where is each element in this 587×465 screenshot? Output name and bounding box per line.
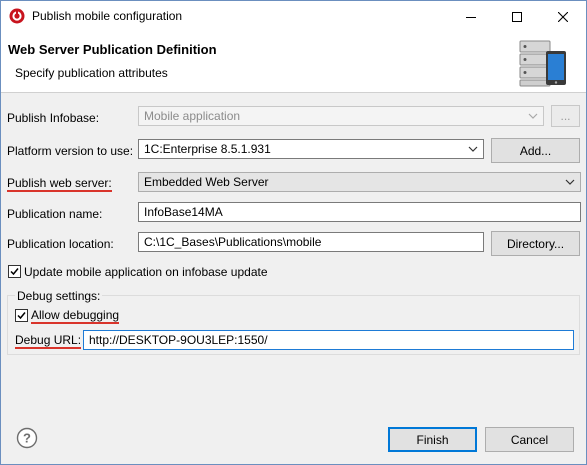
debug-url-input[interactable]: http://DESKTOP-9OU3LEP:1550/ bbox=[83, 330, 574, 350]
checkmark-icon bbox=[10, 268, 19, 276]
publication-name-input[interactable]: InfoBase14MA bbox=[138, 202, 581, 222]
platform-version-select[interactable]: 1C:Enterprise 8.5.1.931 bbox=[138, 139, 484, 159]
web-server-label: Publish web server: bbox=[7, 176, 112, 192]
infobase-select: Mobile application bbox=[138, 106, 544, 126]
update-checkbox-label[interactable]: Update mobile application on infobase up… bbox=[24, 265, 268, 279]
checkmark-icon bbox=[17, 312, 26, 320]
app-logo-icon bbox=[9, 8, 25, 24]
cancel-button[interactable]: Cancel bbox=[485, 427, 574, 452]
chevron-down-icon bbox=[565, 173, 575, 191]
update-checkbox[interactable] bbox=[8, 265, 21, 278]
close-button[interactable] bbox=[540, 1, 586, 32]
web-server-select[interactable]: Embedded Web Server bbox=[138, 172, 581, 192]
platform-label: Platform version to use: bbox=[7, 144, 134, 158]
debug-url-label: Debug URL: bbox=[15, 333, 82, 349]
svg-text:?: ? bbox=[23, 431, 31, 446]
maximize-icon bbox=[512, 11, 522, 22]
debug-group-label: Debug settings: bbox=[15, 289, 103, 303]
maximize-button[interactable] bbox=[494, 1, 540, 32]
publication-location-input[interactable]: C:\1C_Bases\Publications\mobile bbox=[138, 232, 484, 252]
allow-debugging-label[interactable]: Allow debugging bbox=[31, 308, 120, 324]
minimize-button[interactable] bbox=[448, 1, 494, 32]
infobase-browse-button: ... bbox=[551, 105, 580, 127]
help-icon[interactable]: ? bbox=[16, 427, 38, 449]
infobase-label: Publish Infobase: bbox=[7, 111, 100, 125]
allow-debugging-checkbox[interactable] bbox=[15, 309, 28, 322]
minimize-icon bbox=[466, 16, 476, 18]
chevron-down-icon bbox=[468, 140, 478, 158]
window-title: Publish mobile configuration bbox=[32, 9, 183, 23]
close-icon bbox=[558, 11, 568, 22]
chevron-down-icon bbox=[528, 107, 538, 125]
directory-button[interactable]: Directory... bbox=[491, 231, 580, 256]
wizard-banner: Web Server Publication Definition Specif… bbox=[1, 32, 586, 93]
dialog-window: Publish mobile configuration Web Server … bbox=[0, 0, 587, 465]
add-platform-button[interactable]: Add... bbox=[491, 138, 580, 163]
server-mobile-icon bbox=[519, 40, 566, 87]
banner-subtitle: Specify publication attributes bbox=[15, 66, 168, 80]
title-bar[interactable]: Publish mobile configuration bbox=[1, 1, 586, 32]
web-server-value: Embedded Web Server bbox=[144, 175, 269, 189]
infobase-select-value: Mobile application bbox=[144, 109, 241, 123]
finish-button[interactable]: Finish bbox=[388, 427, 477, 452]
banner-title: Web Server Publication Definition bbox=[8, 42, 217, 57]
publication-name-label: Publication name: bbox=[7, 207, 103, 221]
publication-location-label: Publication location: bbox=[7, 237, 114, 251]
platform-version-value: 1C:Enterprise 8.5.1.931 bbox=[144, 142, 271, 156]
